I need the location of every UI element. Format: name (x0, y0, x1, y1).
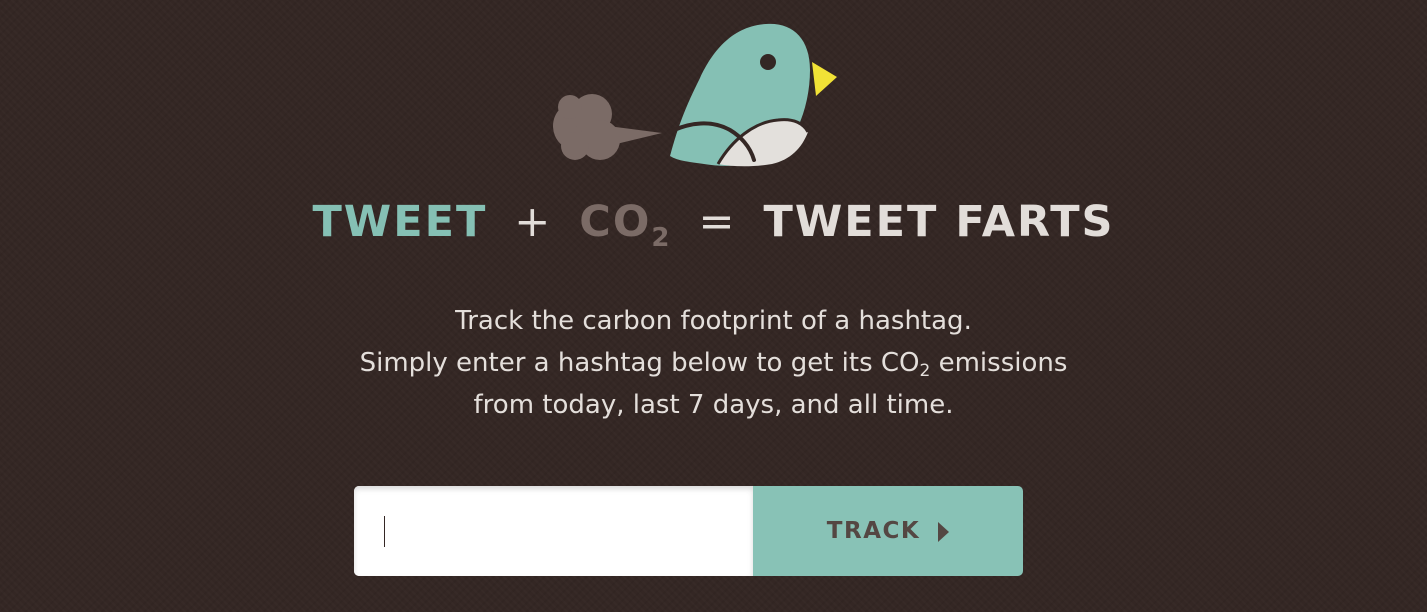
page-title: TWEET + CO2 = TWEET FARTS (0, 194, 1427, 251)
description-line-2-text: Simply enter a hashtag below to get its … (359, 348, 920, 378)
bird-icon (668, 23, 837, 167)
track-form: TRACK (354, 486, 1023, 576)
hashtag-input[interactable] (354, 486, 753, 576)
headline-co2: CO2 (579, 197, 671, 251)
description: Track the carbon footprint of a hashtag.… (0, 300, 1427, 426)
hashtag-input-wrapper[interactable] (354, 486, 753, 576)
description-line-1: Track the carbon footprint of a hashtag. (455, 306, 972, 336)
caret-right-icon (938, 521, 950, 542)
description-line-2-end: emissions (930, 348, 1068, 378)
fart-cloud-icon (553, 94, 662, 160)
headline-co: CO (579, 197, 652, 247)
headline-plus: + (514, 197, 553, 247)
headline-co2-subscript: 2 (651, 223, 672, 253)
track-button[interactable]: TRACK (753, 486, 1023, 576)
track-button-label: TRACK (826, 518, 921, 544)
description-line-2: Simply enter a hashtag below to get its … (0, 342, 1427, 384)
headline-equals: = (698, 197, 737, 247)
description-line-3: from today, last 7 days, and all time. (473, 390, 954, 420)
farting-bird-icon (553, 23, 837, 167)
headline-tweet: TWEET (312, 197, 488, 247)
headline-result: TWEET FARTS (763, 197, 1115, 247)
text-caret (384, 516, 385, 547)
description-co2-subscript: 2 (919, 361, 931, 381)
logo (540, 14, 850, 174)
